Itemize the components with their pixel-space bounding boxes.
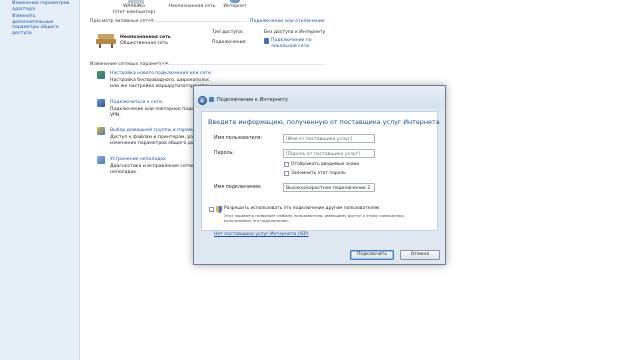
connection-name-input[interactable]: Высокоскоростное подключение 2: [283, 183, 375, 192]
password-label: Пароль:: [214, 151, 235, 156]
allow-others-checkbox[interactable]: [209, 207, 214, 212]
troubleshoot-link[interactable]: Устранение неполадок: [110, 157, 166, 163]
divider: [148, 21, 246, 22]
setup-connection-desc: Настройка беспроводного, широкополос: [110, 78, 210, 83]
back-arrow-icon[interactable]: [198, 96, 207, 105]
connections-label: Подключения:: [212, 40, 247, 45]
connect-disconnect-link[interactable]: Подключение или отключение: [250, 19, 325, 24]
internet-node-label: Интернет: [223, 4, 247, 9]
lan-icon: [264, 38, 269, 44]
connection-link-line1[interactable]: Подключение по: [271, 38, 312, 44]
homegroup-desc-2: изменение параметров общего досту: [110, 141, 202, 146]
connection-name-label: Имя подключения:: [214, 185, 262, 190]
cancel-button[interactable]: Отмена: [400, 250, 440, 260]
new-connection-icon: [97, 71, 105, 79]
dialog-content: Введите информацию, полученную от постав…: [201, 111, 440, 237]
show-characters-checkbox[interactable]: [284, 162, 289, 167]
no-isp-link[interactable]: Нет поставщика услуг Интернета (ISP): [214, 232, 308, 237]
connect-to-network-desc-2: VPN.: [110, 113, 121, 118]
connect-to-network-link[interactable]: Подключиться к сети: [110, 100, 162, 106]
troubleshoot-icon: [97, 156, 105, 164]
computer-caption: (этот компьютер): [112, 10, 156, 15]
username-label: Имя пользователя:: [214, 136, 263, 141]
allow-others-note-2: использовать это подключение.: [224, 218, 289, 223]
active-networks-title: Просмотр активных сетей: [90, 19, 154, 24]
connect-button[interactable]: Подключить: [350, 250, 394, 260]
remember-password-label: Запомнить этот пароль: [291, 171, 346, 176]
public-network-icon: [96, 33, 116, 48]
computer-name: WARKING: [123, 4, 145, 9]
connect-to-internet-dialog: Подключение к Интернету Введите информац…: [193, 85, 446, 265]
network-type[interactable]: Общественная сеть: [120, 41, 168, 47]
dialog-titlebar[interactable]: Подключение к Интернету: [194, 86, 445, 108]
homegroup-link[interactable]: Выбор домашней группы и параметров: [110, 128, 206, 134]
setup-connection-link[interactable]: Настройка нового подключения или сети: [110, 71, 211, 77]
globe-icon: [230, 0, 240, 3]
dialog-heading: Введите информацию, полученную от постав…: [208, 118, 440, 126]
network-wizard-icon: [209, 97, 214, 102]
nav-link-sharing-settings[interactable]: Изменить дополнительные параметры общего…: [12, 14, 78, 36]
password-input[interactable]: [Пароль от поставщика услуг]: [283, 149, 375, 158]
show-characters-label: Отображать вводимые знаки: [291, 162, 360, 167]
username-input[interactable]: [Имя от поставщика услуг]: [283, 134, 375, 143]
remember-password-checkbox[interactable]: [284, 171, 289, 176]
nav-link-adapter-settings[interactable]: Изменение параметров адаптера: [12, 1, 78, 12]
allow-others-label: Разрешить использовать это подключение д…: [224, 206, 380, 211]
computer-icon: [128, 0, 144, 3]
dialog-title: Подключение к Интернету: [217, 97, 288, 103]
left-nav-pane: Изменение параметров адаптера Изменить д…: [0, 0, 80, 360]
uac-shield-icon: [216, 206, 222, 213]
connect-network-icon: [97, 99, 105, 107]
connect-to-network-desc: Подключение или повторное подключе: [110, 107, 207, 112]
access-type-label: Тип доступа:: [212, 30, 244, 35]
divider: [156, 64, 324, 65]
troubleshoot-desc: Диагностика и исправление сетевых п: [110, 164, 205, 169]
network-name: Неопознанная сеть: [120, 35, 171, 40]
troubleshoot-desc-2: неполадок.: [110, 170, 138, 175]
connection-link-line2[interactable]: локальной сети: [271, 44, 309, 50]
homegroup-icon: [97, 127, 105, 135]
access-type-value: Без доступа к Интернету: [264, 30, 326, 35]
homegroup-desc: Доступ к файлам и принтерам, распол: [110, 135, 205, 140]
